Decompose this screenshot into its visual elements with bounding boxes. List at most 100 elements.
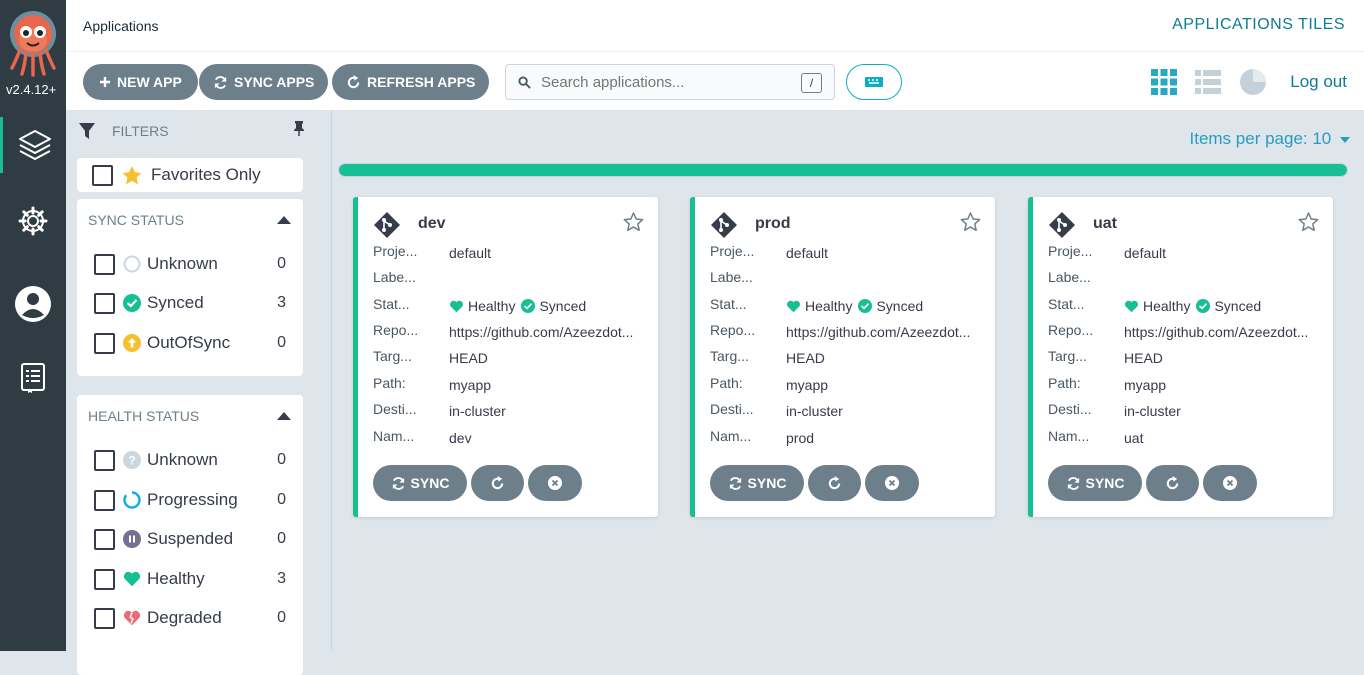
delete-button[interactable]	[865, 465, 919, 501]
refresh-button[interactable]	[808, 465, 861, 501]
filter-icon	[79, 123, 95, 139]
git-icon	[1048, 211, 1076, 239]
favorite-star-icon[interactable]	[1298, 212, 1319, 232]
collapse-icon[interactable]	[277, 216, 291, 224]
filters-header: FILTERS	[78, 122, 169, 140]
filter-count: 0	[277, 255, 286, 272]
sync-icon	[392, 476, 404, 490]
sync-button[interactable]: SYNC	[373, 465, 467, 501]
search-box: /	[505, 64, 835, 100]
refresh-apps-label: REFRESH APPS	[367, 74, 476, 90]
app-tile-prod[interactable]: prod Proje... default Labe... Stat... Health…	[690, 197, 995, 517]
nav-settings[interactable]	[0, 193, 66, 249]
logout-link[interactable]: Log out	[1290, 72, 1347, 92]
row-value-project: default	[449, 245, 492, 261]
row-key: Desti...	[1048, 401, 1092, 417]
filter-row-synced[interactable]: Synced 3	[94, 291, 286, 315]
breadcrumb[interactable]: Applications	[83, 18, 159, 34]
keyboard-shortcuts-button[interactable]	[846, 64, 902, 100]
nav-applications[interactable]	[0, 117, 66, 173]
app-name[interactable]: uat	[1093, 215, 1117, 233]
health-status-filter: HEALTH STATUS ? Unknown 0 Progressing 0 …	[77, 395, 303, 675]
row-value-namespace: dev	[449, 430, 472, 446]
filter-row-degraded[interactable]: Degraded 0	[94, 606, 286, 630]
list-view-icon[interactable]	[1195, 70, 1221, 94]
filter-row-outofsync[interactable]: OutOfSync 0	[94, 331, 286, 355]
close-circle-icon	[548, 476, 562, 490]
pin-icon[interactable]	[293, 120, 305, 136]
checkbox[interactable]	[94, 568, 115, 590]
filter-row-progressing[interactable]: Progressing 0	[94, 488, 286, 512]
broken-heart-icon	[123, 609, 141, 627]
filter-label: Degraded	[147, 608, 222, 627]
app-tile-dev[interactable]: dev Proje... default Labe... Stat... Healthy…	[353, 197, 658, 517]
app-row-health: Stat... Healthy Synced	[373, 296, 646, 316]
filters-panel: FILTERS Favorites Only SYNC STATUS Unkno…	[66, 110, 332, 675]
filter-label: Healthy	[147, 569, 205, 588]
refresh-icon	[491, 475, 504, 489]
refresh-button[interactable]	[1146, 465, 1199, 501]
row-value-labels	[786, 269, 983, 289]
app-name[interactable]: prod	[755, 215, 791, 233]
row-value-repo[interactable]: https://github.com/Azeezdot...	[786, 322, 983, 342]
row-value-target: HEAD	[1124, 350, 1163, 366]
app-row-target: Targ... HEAD	[373, 348, 646, 368]
refresh-button[interactable]	[471, 465, 524, 501]
git-icon	[373, 211, 401, 239]
app-tile-uat[interactable]: uat Proje... default Labe... Stat... Healthy…	[1028, 197, 1333, 517]
argo-logo[interactable]	[8, 10, 58, 78]
favorite-star-icon[interactable]	[960, 212, 981, 232]
checkbox[interactable]	[94, 489, 115, 511]
favorites-only-filter[interactable]: Favorites Only	[77, 158, 303, 192]
heart-icon	[123, 570, 141, 588]
pause-circle-icon	[123, 530, 141, 548]
filter-row-sync-unknown[interactable]: Unknown 0	[94, 252, 286, 276]
sync-label: SYNC	[1085, 475, 1125, 491]
sync-button[interactable]: SYNC	[710, 465, 804, 501]
app-row-target: Targ... HEAD	[1048, 348, 1321, 368]
favorite-star-icon[interactable]	[623, 212, 644, 232]
search-input[interactable]	[541, 73, 791, 91]
tiles-view-icon[interactable]	[1151, 69, 1177, 95]
sync-apps-button[interactable]: SYNC APPS	[199, 64, 329, 100]
collapse-icon[interactable]	[277, 412, 291, 420]
row-value-project: default	[786, 245, 829, 261]
app-row-health: Stat... Healthy Synced	[1048, 296, 1321, 316]
row-value-status: Healthy Synced	[1124, 296, 1321, 316]
row-key: Proje...	[373, 243, 418, 259]
filter-row-healthy[interactable]: Healthy 3	[94, 567, 286, 591]
checkbox[interactable]	[94, 332, 115, 354]
filter-row-health-unknown[interactable]: ? Unknown 0	[94, 448, 286, 472]
favorites-checkbox[interactable]	[92, 164, 113, 186]
row-value-repo[interactable]: https://github.com/Azeezdot...	[449, 322, 646, 342]
filter-count: 0	[277, 530, 286, 547]
checkbox[interactable]	[94, 607, 115, 629]
delete-button[interactable]	[1203, 465, 1257, 501]
app-row-repo: Repo... https://github.com/Azeezdot...	[710, 322, 983, 342]
checkbox[interactable]	[94, 253, 115, 275]
app-name[interactable]: dev	[418, 215, 446, 233]
checkbox[interactable]	[94, 528, 115, 550]
filter-count: 0	[277, 609, 286, 626]
summary-pie-icon[interactable]	[1239, 68, 1267, 96]
row-value-repo[interactable]: https://github.com/Azeezdot...	[1124, 322, 1321, 342]
nav-documentation[interactable]	[0, 350, 66, 406]
git-icon	[710, 211, 738, 239]
nav-user-info[interactable]	[0, 276, 66, 332]
sync-status: Synced	[1214, 298, 1262, 314]
health-status-title: HEALTH STATUS	[88, 408, 200, 424]
items-per-page-selector[interactable]: Items per page: 10	[1190, 129, 1350, 149]
row-value-path: myapp	[449, 377, 492, 393]
sync-button[interactable]: SYNC	[1048, 465, 1142, 501]
checkbox[interactable]	[94, 292, 115, 314]
new-app-button[interactable]: NEW APP	[83, 64, 198, 100]
app-row-namespace: Nam... dev	[373, 428, 646, 448]
row-value-labels	[1124, 269, 1321, 289]
row-key: Repo...	[373, 322, 419, 338]
row-key: Targ...	[373, 348, 412, 364]
refresh-apps-button[interactable]: REFRESH APPS	[332, 64, 490, 100]
filter-row-suspended[interactable]: Suspended 0	[94, 527, 286, 551]
sync-icon	[214, 75, 227, 89]
checkbox[interactable]	[94, 449, 115, 471]
delete-button[interactable]	[528, 465, 582, 501]
